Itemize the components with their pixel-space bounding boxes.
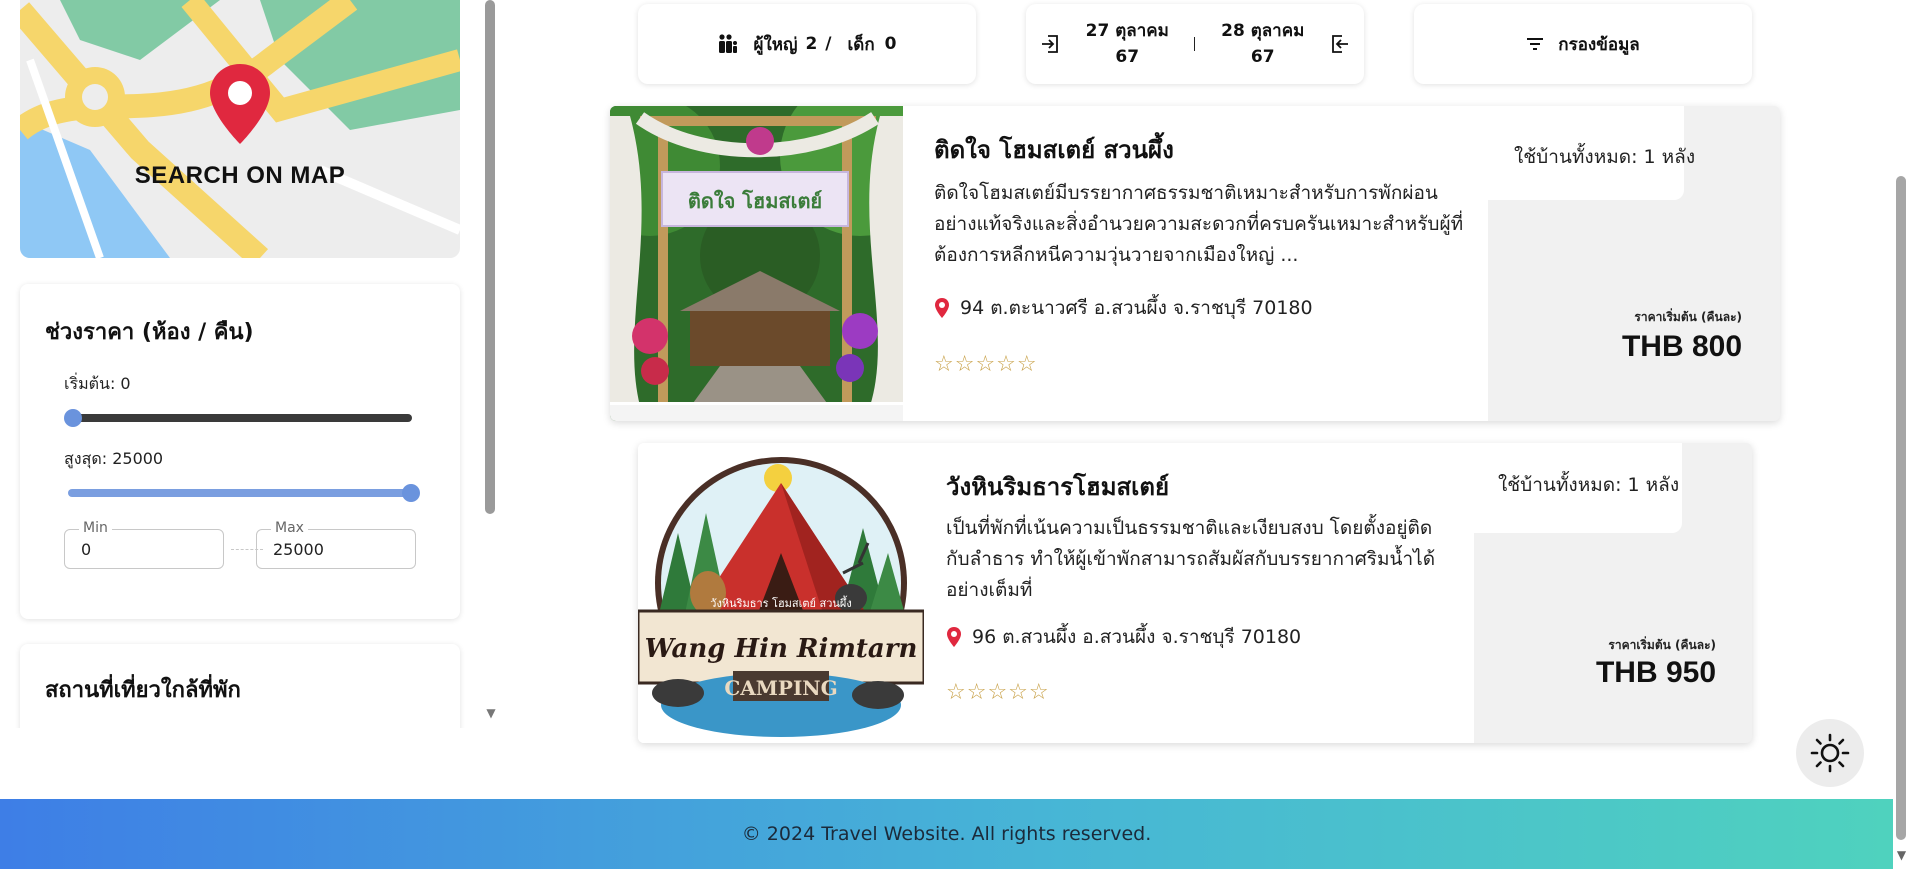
homestay-sign-text: ติดใจ โฮมสเตย์ [688, 189, 822, 213]
price-max-slider[interactable] [68, 484, 420, 502]
listing-price-caption-2: ราคาเริ่มต้น (คืนละ) [1608, 638, 1716, 652]
date-divider [1194, 37, 1196, 51]
sun-icon [1810, 733, 1850, 773]
listing-card-2[interactable]: วังหินริมธาร โฮมสเตย์ สวนผึ้ง Wang Hin R… [638, 443, 1752, 743]
page-scrollbar[interactable]: ▼ [1893, 0, 1910, 869]
people-icon [719, 34, 738, 53]
listing-image-2: วังหินริมธาร โฮมสเตย์ สวนผึ้ง Wang Hin R… [638, 443, 924, 743]
listing-price-caption-1: ราคาเริ่มต้น (คืนละ) [1634, 310, 1742, 324]
price-max-thumb[interactable] [402, 484, 420, 502]
listing-whole-house-2: ใช้บ้านทั้งหมด: 1 หลัง [1498, 474, 1680, 496]
listing-price-2: THB 950 [1595, 656, 1716, 689]
page-scroll-down-icon[interactable]: ▼ [1893, 848, 1910, 862]
sidebar-scrollbar-thumb[interactable] [485, 0, 495, 514]
map-pin-icon [210, 64, 270, 144]
min-price-value: 0 [81, 540, 92, 559]
adults-count: 2 [805, 34, 818, 54]
page-scrollbar-thumb[interactable] [1896, 176, 1906, 840]
listing-name-1[interactable]: ติดใจ โฮมสเตย์ สวนผึ้ง [934, 130, 1174, 169]
sidebar-scrollbar[interactable]: ▼ [485, 0, 497, 728]
logo-top-text: วังหินริมธาร โฮมสเตย์ สวนผึ้ง [710, 595, 851, 610]
footer-copyright: © 2024 Travel Website. All rights reserv… [741, 823, 1152, 845]
price-range-title: ช่วงราคา (ห้อง / คืน) [45, 320, 254, 345]
listing-description-2: เป็นที่พักที่เน้นความเป็นธรรมชาติและเงีย… [946, 517, 1436, 601]
listing-address-row-1: 94 ต.ตะนาวศรี อ.สวนผึ้ง จ.ราชบุรี 70180 [934, 293, 1313, 323]
filter-button[interactable]: กรองข้อมูล [1414, 4, 1752, 84]
price-range-card: ช่วงราคา (ห้อง / คืน) เริ่มต้น: 0 สูงสุด… [20, 284, 460, 619]
location-pin-icon [947, 627, 961, 647]
listing-description-1: ติดใจโฮมสเตย์มีบรรยากาศธรรมชาติเหมาะสำหร… [934, 182, 1464, 266]
min-price-field[interactable]: Min 0 [64, 520, 224, 569]
price-min-thumb[interactable] [64, 409, 82, 427]
logo-sub-text: CAMPING [724, 676, 837, 700]
nearby-attractions-title: สถานที่เที่ยวใกล้ที่พัก [45, 678, 241, 703]
price-max-label: สูงสุด: 25000 [64, 449, 164, 468]
check-in-day: 27 ตุลาคม [1085, 21, 1169, 41]
price-min-slider[interactable] [64, 409, 412, 427]
max-price-field[interactable]: Max 25000 [256, 520, 416, 569]
listing-rating-1: ☆☆☆☆☆ [934, 352, 1038, 377]
check-out-day: 28 ตุลาคม [1221, 21, 1305, 41]
check-out-year: 67 [1250, 47, 1275, 67]
listing-rating-2: ☆☆☆☆☆ [946, 680, 1050, 705]
scroll-down-arrow-icon[interactable]: ▼ [485, 706, 497, 720]
guests-separator: / [825, 34, 832, 54]
listing-name-2[interactable]: วังหินริมธารโฮมสเตย์ [946, 467, 1169, 506]
max-price-legend: Max [271, 520, 308, 536]
min-price-legend: Min [79, 520, 112, 536]
nearby-attractions-card: สถานที่เที่ยวใกล้ที่พัก [20, 644, 460, 728]
footer: © 2024 Travel Website. All rights reserv… [0, 799, 1893, 869]
search-on-map-button[interactable]: SEARCH ON MAP [20, 0, 460, 258]
sidebar: SEARCH ON MAP ช่วงราคา (ห้อง / คืน) เริ่… [0, 0, 480, 728]
check-in-icon [1042, 35, 1058, 53]
theme-toggle-button[interactable] [1796, 719, 1864, 787]
search-on-map-label: SEARCH ON MAP [134, 162, 346, 189]
listing-address-1: 94 ต.ตะนาวศรี อ.สวนผึ้ง จ.ราชบุรี 70180 [960, 297, 1313, 319]
listing-image-1: ติดใจ โฮมสเตย์ [610, 106, 903, 421]
max-price-value: 25000 [273, 540, 324, 559]
listing-address-row-2: 96 ต.สวนผึ้ง อ.สวนผึ้ง จ.ราชบุรี 70180 [946, 622, 1301, 652]
children-count: 0 [884, 34, 897, 54]
listing-card-1[interactable]: ติดใจ โฮมสเตย์ ติดใจ โฮมสเตย์ สวนผึ้ง ติ… [610, 106, 1780, 421]
check-in-date[interactable]: 27 ตุลาคม 67 [1086, 18, 1169, 70]
price-start-label: เริ่มต้น: 0 [64, 374, 131, 393]
check-in-year: 67 [1115, 47, 1140, 67]
adults-label: ผู้ใหญ่ [753, 34, 798, 55]
check-out-icon [1332, 35, 1348, 53]
filter-icon [1527, 38, 1544, 50]
location-pin-icon [935, 298, 949, 318]
children-label: เด็ก [847, 34, 875, 55]
check-out-date[interactable]: 28 ตุลาคม 67 [1221, 18, 1304, 70]
filter-label: กรองข้อมูล [1558, 34, 1640, 55]
listing-address-2: 96 ต.สวนผึ้ง อ.สวนผึ้ง จ.ราชบุรี 70180 [972, 626, 1302, 648]
guests-selector[interactable]: ผู้ใหญ่ 2 / เด็ก 0 [638, 4, 976, 84]
listing-price-1: THB 800 [1621, 330, 1742, 363]
date-range-selector[interactable]: 27 ตุลาคม 67 28 ตุลาคม 67 [1026, 4, 1364, 84]
logo-main-text: Wang Hin Rimtarn [645, 634, 918, 664]
listing-whole-house-1: ใช้บ้านทั้งหมด: 1 หลัง [1514, 146, 1696, 168]
